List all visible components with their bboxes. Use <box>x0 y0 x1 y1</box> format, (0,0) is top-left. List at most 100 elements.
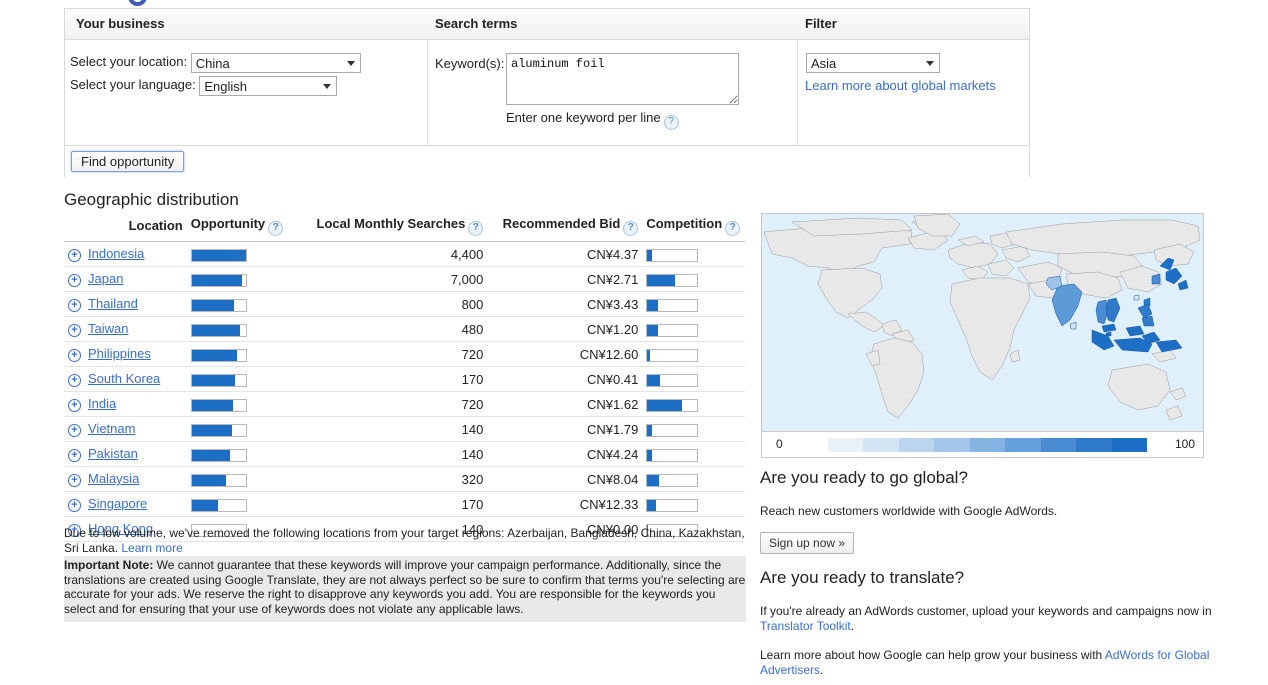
cell-location: + Vietnam <box>64 416 187 442</box>
expand-plus-icon[interactable]: + <box>68 324 81 337</box>
competition-meter <box>646 323 699 337</box>
opportunity-meter <box>190 273 247 287</box>
cell-local-monthly-searches: 800 <box>299 291 488 317</box>
location-link[interactable]: Taiwan <box>88 321 128 336</box>
table-row: + Vietnam 140 CN¥1.79 <box>64 416 745 442</box>
cell-local-monthly-searches: 170 <box>299 491 488 517</box>
learn-more-global-markets-link[interactable]: Learn more about global markets <box>805 78 996 93</box>
expand-plus-icon[interactable]: + <box>68 449 81 462</box>
filter-select-wrapper[interactable]: Asia <box>806 53 940 73</box>
cell-competition <box>642 291 745 317</box>
important-note: Important Note: We cannot guarantee that… <box>64 556 746 622</box>
language-select[interactable]: English <box>199 76 338 96</box>
expand-plus-icon[interactable]: + <box>68 349 81 362</box>
help-icon[interactable]: ? <box>468 220 484 236</box>
keywords-input[interactable] <box>506 53 739 105</box>
expand-plus-icon[interactable]: + <box>68 399 81 412</box>
expand-plus-icon[interactable]: + <box>68 474 81 487</box>
sign-up-now-button[interactable]: Sign up now » <box>760 532 855 554</box>
competition-meter <box>646 423 699 437</box>
cell-recommended-bid: CN¥2.71 <box>487 266 643 292</box>
promo-text-global-b: . <box>820 663 824 677</box>
language-label: Select your language: <box>70 77 196 93</box>
table-row: + Thailand 800 CN¥3.43 <box>64 291 745 317</box>
opportunity-meter <box>190 498 247 512</box>
competition-meter <box>646 273 699 287</box>
region-filter-select[interactable]: Asia <box>806 53 940 73</box>
column-header-opportunity[interactable]: Opportunity? <box>186 213 300 242</box>
legend-step <box>863 438 899 452</box>
legend-step <box>1040 438 1077 452</box>
location-link[interactable]: India <box>88 396 116 411</box>
location-link[interactable]: Thailand <box>88 296 138 311</box>
expand-plus-icon[interactable]: + <box>68 249 81 262</box>
column-header-competition[interactable]: Competition? <box>642 213 745 242</box>
cell-competition <box>642 441 745 467</box>
location-link[interactable]: Indonesia <box>88 246 144 261</box>
help-icon[interactable]: ? <box>268 220 284 236</box>
opportunity-meter <box>190 373 247 387</box>
expand-plus-icon[interactable]: + <box>68 499 81 512</box>
translator-toolkit-link[interactable]: Translator Toolkit <box>760 619 851 633</box>
location-link[interactable]: Malaysia <box>88 471 139 486</box>
legend-step <box>1005 438 1041 452</box>
find-opportunity-button[interactable]: Find opportunity <box>71 151 185 172</box>
location-link[interactable]: Japan <box>88 271 123 286</box>
column-header-recommended-bid[interactable]: Recommended Bid? <box>487 213 643 242</box>
legend-step <box>969 438 1006 452</box>
cell-location: + Thailand <box>64 291 187 317</box>
column-header-bid-label: Recommended Bid <box>502 215 621 231</box>
search-form-panel: Your business Search terms Filter Select… <box>64 8 1030 178</box>
promo-text-translate-a: If you're already an AdWords customer, u… <box>760 604 1212 618</box>
column-header-location[interactable]: Location <box>64 213 187 242</box>
expand-plus-icon[interactable]: + <box>68 374 81 387</box>
search-terms-column: Keyword(s): Enter one keyword per line? <box>432 40 797 145</box>
cell-local-monthly-searches: 7,000 <box>299 266 488 292</box>
table-row: + Singapore 170 CN¥12.33 <box>64 491 745 517</box>
cell-opportunity <box>186 366 300 392</box>
low-volume-learn-more-link[interactable]: Learn more <box>121 541 182 555</box>
competition-meter <box>646 398 699 412</box>
cell-recommended-bid: CN¥12.60 <box>487 341 643 367</box>
promo-heading-go-global: Are you ready to go global? <box>760 468 968 487</box>
expand-plus-icon[interactable]: + <box>68 424 81 437</box>
expand-plus-icon[interactable]: + <box>68 299 81 312</box>
location-link[interactable]: Pakistan <box>88 446 138 461</box>
opportunity-meter <box>190 398 247 412</box>
cell-local-monthly-searches: 4,400 <box>299 241 488 267</box>
column-header-local-monthly-searches[interactable]: Local Monthly Searches? <box>299 213 488 242</box>
cell-recommended-bid: CN¥4.24 <box>487 441 643 467</box>
promo-text-global-a: Learn more about how Google can help gro… <box>760 648 1105 662</box>
section-header-filter: Filter <box>805 16 837 31</box>
cell-competition <box>642 241 745 267</box>
legend-step <box>828 438 864 452</box>
language-select-wrapper[interactable]: English <box>199 76 338 96</box>
cell-local-monthly-searches: 140 <box>299 441 488 467</box>
cell-opportunity <box>186 391 300 417</box>
important-note-text: We cannot guarantee that these keywords … <box>64 558 746 616</box>
cell-opportunity <box>186 466 300 492</box>
cell-local-monthly-searches: 720 <box>299 341 488 367</box>
location-select[interactable]: China <box>190 53 361 73</box>
legend-step <box>1111 438 1147 452</box>
cell-location: + Singapore <box>64 491 187 517</box>
table-header: Location Opportunity? Local Monthly Sear… <box>64 213 745 242</box>
help-icon[interactable]: ? <box>663 115 679 130</box>
location-link[interactable]: Singapore <box>88 496 147 511</box>
cell-location: + Taiwan <box>64 316 187 342</box>
location-select-wrapper[interactable]: China <box>190 53 361 73</box>
legend-step <box>898 438 935 452</box>
world-map[interactable]: 0 100 <box>761 213 1204 458</box>
competition-meter <box>646 248 699 262</box>
opportunity-meter <box>190 323 247 337</box>
location-link[interactable]: Philippines <box>88 346 151 361</box>
table-body: + Indonesia 4,400 CN¥4.37 + Japan 7,000 CN¥2.71… <box>64 241 745 542</box>
location-link[interactable]: Vietnam <box>88 421 135 436</box>
cell-recommended-bid: CN¥3.43 <box>487 291 643 317</box>
help-icon[interactable]: ? <box>725 220 741 236</box>
location-link[interactable]: South Korea <box>88 371 160 386</box>
legend-step <box>934 438 970 452</box>
help-icon[interactable]: ? <box>623 220 639 236</box>
expand-plus-icon[interactable]: + <box>68 274 81 287</box>
legend-step <box>1076 438 1112 452</box>
